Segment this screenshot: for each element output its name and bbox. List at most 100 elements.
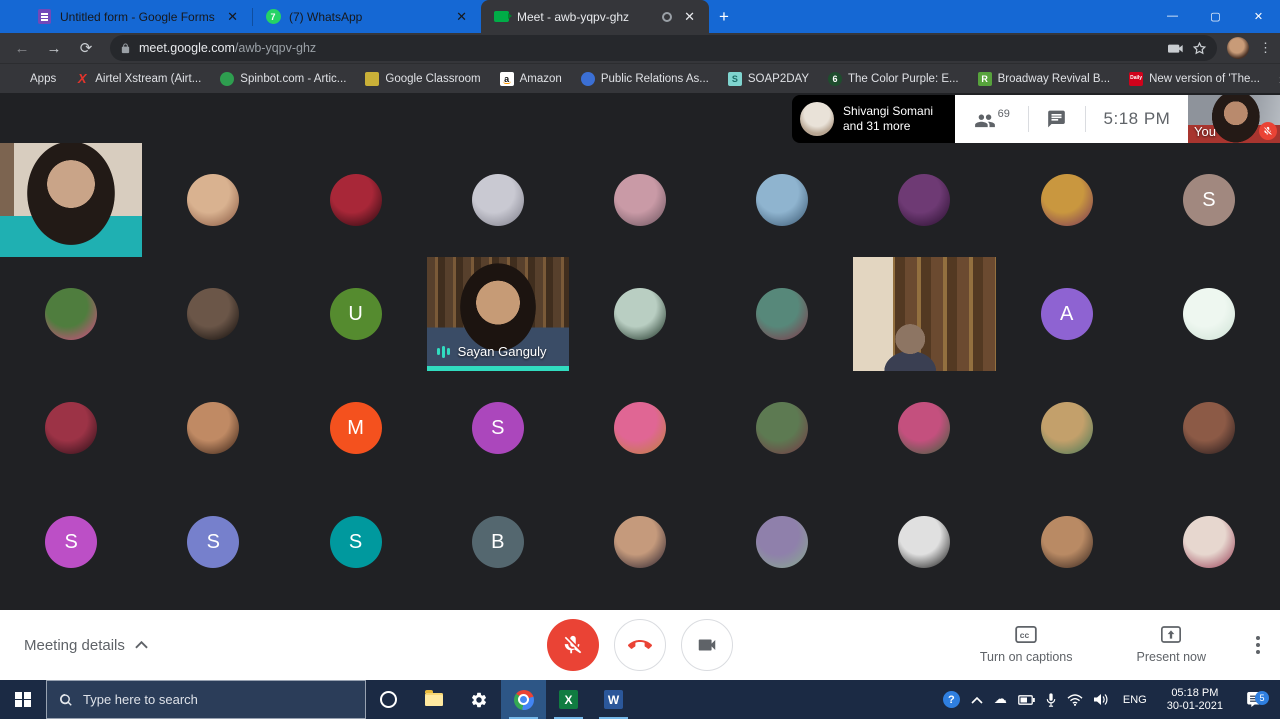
participant-tile[interactable]: S (1138, 143, 1280, 257)
taskbar-file-explorer[interactable] (411, 680, 456, 719)
participant-tile[interactable] (1138, 485, 1280, 599)
speaker-icon[interactable] (1094, 693, 1109, 706)
participants-grid: SUSayan GangulyAMSSSSB (0, 143, 1280, 599)
participant-tile[interactable] (142, 257, 284, 371)
taskbar-settings[interactable] (456, 680, 501, 719)
participants-pill[interactable]: Shivangi Somani and 31 more (792, 95, 955, 143)
participant-tile[interactable] (996, 143, 1138, 257)
svg-text:cc: cc (1020, 630, 1030, 640)
search-input[interactable] (83, 692, 323, 707)
participant-tile[interactable]: Sayan Ganguly (427, 257, 569, 371)
participant-tile[interactable]: A (996, 257, 1138, 371)
taskbar-search[interactable] (46, 680, 366, 719)
chat-button[interactable] (1046, 109, 1067, 129)
divider (1028, 106, 1029, 132)
start-button[interactable] (0, 680, 46, 719)
participant-tile[interactable]: S (0, 485, 142, 599)
taskbar-cortana[interactable] (366, 680, 411, 719)
address-bar[interactable]: meet.google.com/awb-yqpv-ghz (110, 35, 1217, 61)
close-tab-icon[interactable]: ✕ (223, 8, 242, 25)
bookmark-item[interactable]: DailyNew version of 'The... (1129, 72, 1260, 86)
participant-tile[interactable]: S (284, 485, 426, 599)
participant-tile[interactable] (569, 143, 711, 257)
participant-tile[interactable] (569, 257, 711, 371)
participant-tile[interactable] (569, 485, 711, 599)
participant-tile[interactable] (142, 143, 284, 257)
participant-tile[interactable] (711, 143, 853, 257)
participant-tile[interactable]: B (427, 485, 569, 599)
onedrive-icon[interactable]: ☁ (994, 692, 1007, 707)
wifi-icon[interactable] (1067, 694, 1083, 706)
camera-toggle-button[interactable] (681, 619, 733, 671)
taskbar-clock[interactable]: 05:18 PM 30-01-2021 (1161, 687, 1229, 713)
forward-icon[interactable]: → (40, 35, 68, 61)
bookmark-item[interactable]: XAirtel Xstream (Airt... (75, 72, 201, 86)
tab-whatsapp[interactable]: 7 (7) WhatsApp ✕ (253, 0, 481, 33)
participant-tile[interactable] (711, 485, 853, 599)
close-window-button[interactable]: ✕ (1237, 0, 1280, 32)
participant-tile[interactable]: M (284, 371, 426, 485)
profile-avatar[interactable] (1227, 37, 1249, 59)
maximize-button[interactable]: ▢ (1194, 0, 1237, 32)
participant-tile[interactable]: S (142, 485, 284, 599)
back-icon[interactable]: ← (8, 35, 36, 61)
bookmark-star-icon[interactable] (1192, 41, 1207, 56)
participant-tile[interactable] (1138, 257, 1280, 371)
participant-tile[interactable] (853, 143, 995, 257)
participant-tile[interactable] (853, 485, 995, 599)
participant-tile[interactable] (711, 371, 853, 485)
participant-tile[interactable]: S (427, 371, 569, 485)
close-tab-icon[interactable]: ✕ (452, 8, 471, 25)
participant-tile[interactable] (1138, 371, 1280, 485)
browser-menu-icon[interactable]: ⋮ (1259, 46, 1272, 50)
people-button[interactable]: 69 (973, 110, 1010, 128)
participant-tile[interactable] (284, 143, 426, 257)
participant-tile[interactable] (142, 371, 284, 485)
meeting-details-button[interactable]: Meeting details (24, 610, 148, 680)
tray-expand-icon[interactable] (971, 696, 983, 704)
language-indicator[interactable]: ENG (1120, 694, 1150, 706)
participant-tile[interactable] (711, 257, 853, 371)
call-controls (547, 619, 733, 671)
participant-tile[interactable] (996, 485, 1138, 599)
participant-photo-avatar (898, 174, 950, 226)
get-help-icon[interactable]: ? (943, 691, 960, 708)
present-now-button[interactable]: Present now (1137, 626, 1206, 664)
bookmark-item[interactable]: 6The Color Purple: E... (828, 72, 959, 86)
participant-tile[interactable] (0, 257, 142, 371)
taskbar-chrome[interactable] (501, 680, 546, 719)
participant-tile[interactable] (996, 371, 1138, 485)
taskbar-word[interactable]: W (591, 680, 636, 719)
leave-call-button[interactable] (614, 619, 666, 671)
bookmark-item[interactable]: RBroadway Revival B... (978, 72, 1111, 86)
bookmark-item[interactable]: SSOAP2DAY (728, 72, 809, 86)
participant-tile[interactable] (569, 371, 711, 485)
meet-stage: Shivangi Somani and 31 more 69 5:18 PM Y… (0, 93, 1280, 610)
action-center-button[interactable]: 5 (1240, 692, 1270, 707)
participant-tile[interactable] (853, 257, 995, 371)
participant-tile[interactable]: U (284, 257, 426, 371)
taskbar-excel[interactable]: X (546, 680, 591, 719)
participant-tile[interactable] (0, 371, 142, 485)
mute-microphone-button[interactable] (547, 619, 599, 671)
bookmark-item[interactable]: Spinbot.com - Artic... (220, 72, 346, 86)
participant-tile[interactable] (853, 371, 995, 485)
minimize-button[interactable]: — (1151, 0, 1194, 32)
microphone-icon[interactable] (1046, 693, 1056, 707)
self-thumbnail[interactable]: You (1188, 95, 1280, 143)
tab-meet-active[interactable]: Meet - awb-yqpv-ghz ✕ (481, 0, 709, 33)
captions-button[interactable]: cc Turn on captions (980, 626, 1073, 664)
reload-icon[interactable]: ⟳ (72, 35, 100, 61)
bookmark-item[interactable]: Public Relations As... (581, 72, 709, 86)
participant-tile[interactable] (427, 143, 569, 257)
new-tab-button[interactable]: + (709, 7, 743, 33)
battery-icon[interactable] (1018, 695, 1035, 705)
bookmark-item[interactable]: aAmazon (500, 72, 562, 86)
close-tab-icon[interactable]: ✕ (680, 8, 699, 25)
bookmark-item[interactable]: Google Classroom (365, 72, 480, 86)
camera-in-use-icon[interactable] (1168, 42, 1184, 54)
tab-google-forms[interactable]: Untitled form - Google Forms ✕ (24, 0, 252, 33)
participant-tile[interactable] (0, 143, 142, 257)
bookmark-item[interactable]: Apps (10, 72, 56, 86)
more-options-icon[interactable] (1256, 636, 1260, 654)
